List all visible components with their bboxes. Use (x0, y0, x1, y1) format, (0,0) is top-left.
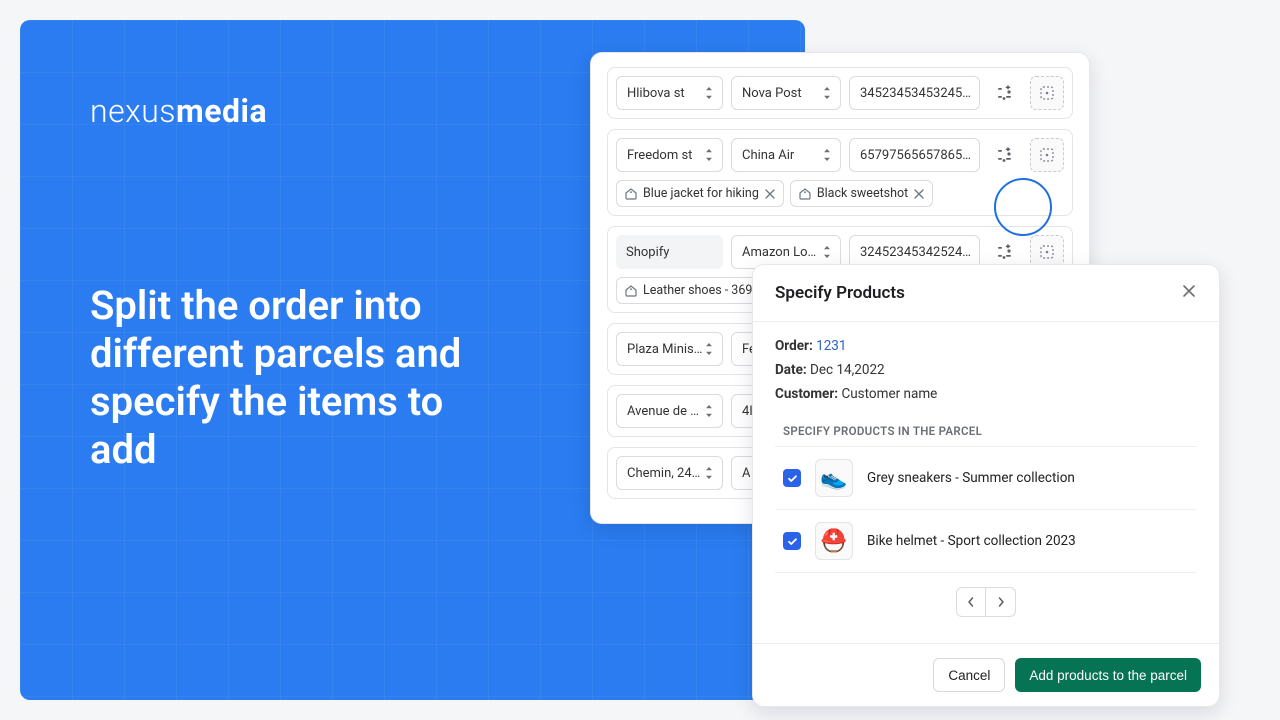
close-icon[interactable] (1181, 283, 1197, 303)
modal-body: Order: 1231 Date: Dec 14,2022 Customer: … (753, 322, 1219, 643)
address-select[interactable]: Plaza Ministro (616, 332, 723, 366)
split-parcel-icon[interactable] (988, 138, 1022, 172)
page-next-button[interactable] (986, 587, 1016, 617)
customer-label: Customer: (775, 386, 838, 402)
brand-prefix: nexus (90, 92, 176, 130)
tag-icon (625, 285, 637, 297)
add-products-button[interactable]: Add products to the parcel (1015, 658, 1201, 692)
tracking-text: 65797565657865565 (860, 148, 971, 163)
headline: Split the order into different parcels a… (90, 282, 510, 474)
order-label: Order: (775, 338, 813, 354)
carrier-text: Nova Post (742, 86, 802, 101)
tracking-input[interactable]: 65797565657865565 (849, 138, 980, 172)
split-parcel-icon[interactable] (988, 76, 1022, 110)
address-text: Shopify (626, 245, 669, 260)
product-tag-list: Blue jacket for hiking Black sweetshot (616, 180, 1064, 207)
product-row[interactable]: 👟 Grey sneakers - Summer collection (775, 447, 1197, 510)
carrier-select[interactable]: Nova Post (731, 76, 841, 110)
address-text: Freedom st (627, 148, 692, 163)
address-select[interactable]: Hlibova st (616, 76, 723, 110)
brand-bold: media (176, 92, 267, 130)
carrier-text: China Air (742, 148, 794, 163)
address-text: Chemin, 24709 (627, 466, 704, 481)
order-row: Order: 1231 (775, 338, 1197, 354)
tag-icon (799, 188, 811, 200)
cancel-button[interactable]: Cancel (933, 658, 1005, 692)
tag-icon (625, 188, 637, 200)
pager (775, 573, 1197, 633)
modal-footer: Cancel Add products to the parcel (753, 643, 1219, 706)
address-select[interactable]: Chemin, 24709 (616, 456, 723, 490)
specify-products-modal: Specify Products Order: 1231 Date: Dec 1… (752, 264, 1220, 707)
carrier-text: Amazon Logistics (742, 245, 822, 260)
product-list: 👟 Grey sneakers - Summer collection ⛑️ Bike… (775, 446, 1197, 573)
modal-header: Specify Products (753, 265, 1219, 322)
product-name: Bike helmet - Sport collection 2023 (867, 533, 1076, 549)
customer-value: Customer name (841, 386, 937, 402)
date-value: Dec 14,2022 (810, 362, 885, 378)
parcel-row: Hlibova st Nova Post 34523453453245432 (607, 67, 1073, 119)
page-prev-button[interactable] (956, 587, 986, 617)
tag-label: Blue jacket for hiking (643, 186, 759, 201)
parcel-row: Freedom st China Air 65797565657865565 Blue… (607, 129, 1073, 216)
tracking-text: 32452345342524565 (860, 245, 971, 260)
parcel-source-label: Shopify (616, 235, 723, 269)
address-select[interactable]: Freedom st (616, 138, 723, 172)
date-label: Date: (775, 362, 807, 378)
carrier-text: A (742, 466, 750, 481)
tag-label: Black sweetshot (817, 186, 908, 201)
product-thumbnail: ⛑️ (815, 522, 853, 560)
address-select[interactable]: Avenue de Rena.. (616, 394, 723, 428)
address-text: Hlibova st (627, 86, 685, 101)
product-thumbnail: 👟 (815, 459, 853, 497)
date-row: Date: Dec 14,2022 (775, 362, 1197, 378)
address-text: Avenue de Rena.. (627, 404, 704, 419)
product-tag: Blue jacket for hiking (616, 180, 784, 207)
order-link[interactable]: 1231 (816, 338, 846, 354)
modal-title: Specify Products (775, 283, 905, 303)
product-tag: Black sweetshot (790, 180, 933, 207)
section-title: SPECIFY PRODUCTS IN THE PARCEL (775, 410, 1197, 446)
carrier-select[interactable]: China Air (731, 138, 841, 172)
tag-label: Leather shoes - 3696 (643, 283, 759, 298)
brand-logo: nexusmedia (90, 92, 267, 130)
product-checkbox[interactable] (783, 532, 801, 550)
customer-row: Customer: Customer name (775, 386, 1197, 402)
parcel-action-icon[interactable] (1030, 76, 1064, 110)
tracking-input[interactable]: 34523453453245432 (849, 76, 980, 110)
tracking-text: 34523453453245432 (860, 86, 971, 101)
product-row[interactable]: ⛑️ Bike helmet - Sport collection 2023 (775, 510, 1197, 572)
address-text: Plaza Ministro (627, 342, 704, 357)
tag-remove-icon[interactable] (914, 189, 924, 199)
product-checkbox[interactable] (783, 469, 801, 487)
tag-remove-icon[interactable] (765, 189, 775, 199)
product-name: Grey sneakers - Summer collection (867, 470, 1075, 486)
parcel-action-icon[interactable] (1030, 138, 1064, 172)
